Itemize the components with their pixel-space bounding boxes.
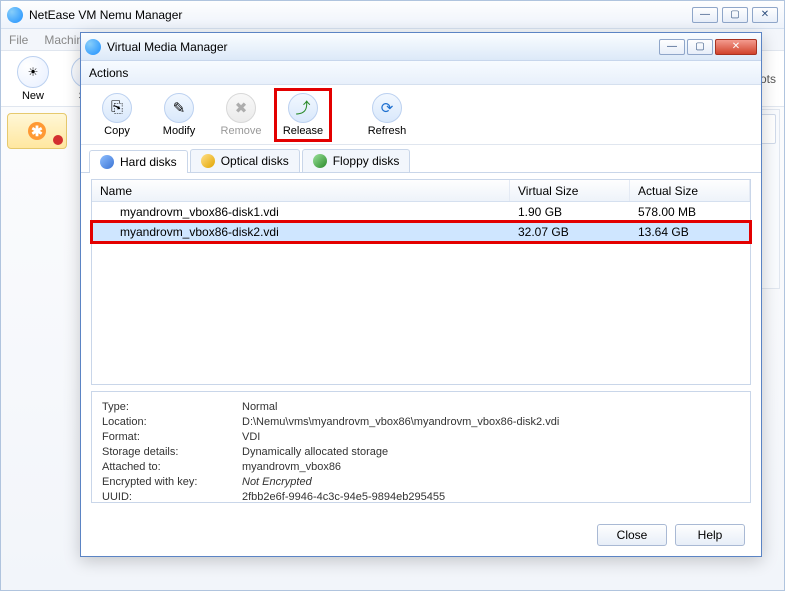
hard-disk-icon — [100, 155, 114, 169]
vm-status-dot-icon — [53, 135, 63, 145]
copy-icon: ⎘ — [102, 93, 132, 123]
tab-hard-disks[interactable]: Hard disks — [89, 150, 188, 173]
disk-table: Name Virtual Size Actual Size myandrovm_… — [91, 179, 751, 385]
cell-actual-size: 578.00 MB — [630, 203, 750, 221]
close-button[interactable]: Close — [597, 524, 667, 546]
optical-disk-icon — [201, 154, 215, 168]
cell-name: myandrovm_vbox86-disk1.vdi — [92, 203, 510, 221]
detail-uuid-key: UUID: — [102, 490, 242, 503]
dialog-toolbar: ⎘ Copy ✎ Modify ✖ Remove ⤴ Release ⟳ Ref… — [81, 85, 761, 145]
detail-type-value: Normal — [242, 400, 277, 415]
refresh-icon: ⟳ — [372, 93, 402, 123]
table-header: Name Virtual Size Actual Size — [92, 180, 750, 202]
release-button[interactable]: ⤴ Release — [277, 91, 329, 139]
table-row[interactable]: myandrovm_vbox86-disk2.vdi 32.07 GB 13.6… — [92, 222, 750, 242]
column-virtual-size[interactable]: Virtual Size — [510, 180, 630, 201]
vm-list-item[interactable]: ✱ — [7, 113, 67, 149]
remove-icon: ✖ — [226, 93, 256, 123]
actions-menu[interactable]: Actions — [81, 61, 761, 85]
media-manager-dialog: Virtual Media Manager — ▢ ✕ Actions ⎘ Co… — [80, 32, 762, 557]
detail-location-key: Location: — [102, 415, 242, 430]
release-icon: ⤴ — [288, 93, 318, 123]
actions-label: Actions — [89, 66, 128, 80]
detail-type-key: Type: — [102, 400, 242, 415]
detail-format-key: Format: — [102, 430, 242, 445]
detail-location-value: D:\Nemu\vms\myandrovm_vbox86\myandrovm_v… — [242, 415, 559, 430]
detail-format-value: VDI — [242, 430, 260, 445]
dialog-app-icon — [85, 39, 101, 55]
app-logo-icon — [7, 7, 23, 23]
close-button[interactable]: ✕ — [752, 7, 778, 23]
detail-attached-key: Attached to: — [102, 460, 242, 475]
tab-floppy-disks[interactable]: Floppy disks — [302, 149, 411, 172]
detail-storage-key: Storage details: — [102, 445, 242, 460]
cell-virtual-size: 1.90 GB — [510, 203, 630, 221]
dialog-close-button[interactable]: ✕ — [715, 39, 757, 55]
table-row[interactable]: myandrovm_vbox86-disk1.vdi 1.90 GB 578.0… — [92, 202, 750, 222]
vm-list: ✱ — [7, 113, 67, 149]
copy-button[interactable]: ⎘ Copy — [91, 91, 143, 139]
main-window-title: NetEase VM Nemu Manager — [29, 8, 182, 22]
detail-storage-value: Dynamically allocated storage — [242, 445, 388, 460]
remove-button: ✖ Remove — [215, 91, 267, 139]
dialog-minimize-button[interactable]: — — [659, 39, 685, 55]
detail-attached-value: myandrovm_vbox86 — [242, 460, 341, 475]
dialog-maximize-button[interactable]: ▢ — [687, 39, 713, 55]
menu-file[interactable]: File — [9, 33, 28, 47]
tab-optical-disks[interactable]: Optical disks — [190, 149, 300, 172]
minimize-button[interactable]: — — [692, 7, 718, 23]
cell-virtual-size: 32.07 GB — [510, 223, 630, 241]
floppy-disk-icon — [313, 154, 327, 168]
help-button[interactable]: Help — [675, 524, 745, 546]
media-tabs: Hard disks Optical disks Floppy disks — [81, 145, 761, 173]
dialog-titlebar[interactable]: Virtual Media Manager — ▢ ✕ — [81, 33, 761, 61]
column-name[interactable]: Name — [92, 180, 510, 201]
maximize-button[interactable]: ▢ — [722, 7, 748, 23]
detail-encrypted-key: Encrypted with key: — [102, 475, 242, 490]
sun-new-icon: ☀ — [17, 56, 49, 88]
dialog-title: Virtual Media Manager — [107, 40, 228, 54]
toolbar-new-button[interactable]: ☀ New — [9, 56, 57, 102]
detail-uuid-value: 2fbb2e6f-9946-4c3c-94e5-9894eb295455 — [242, 490, 445, 503]
cell-actual-size: 13.64 GB — [630, 223, 750, 241]
detail-encrypted-value: Not Encrypted — [242, 475, 312, 490]
refresh-button[interactable]: ⟳ Refresh — [361, 91, 413, 139]
cell-name: myandrovm_vbox86-disk2.vdi — [92, 223, 510, 241]
disk-details: Type:Normal Location:D:\Nemu\vms\myandro… — [91, 391, 751, 503]
modify-button[interactable]: ✎ Modify — [153, 91, 205, 139]
vm-star-icon: ✱ — [28, 122, 46, 140]
main-titlebar[interactable]: NetEase VM Nemu Manager — ▢ ✕ — [1, 1, 784, 29]
modify-icon: ✎ — [164, 93, 194, 123]
column-actual-size[interactable]: Actual Size — [630, 180, 750, 201]
